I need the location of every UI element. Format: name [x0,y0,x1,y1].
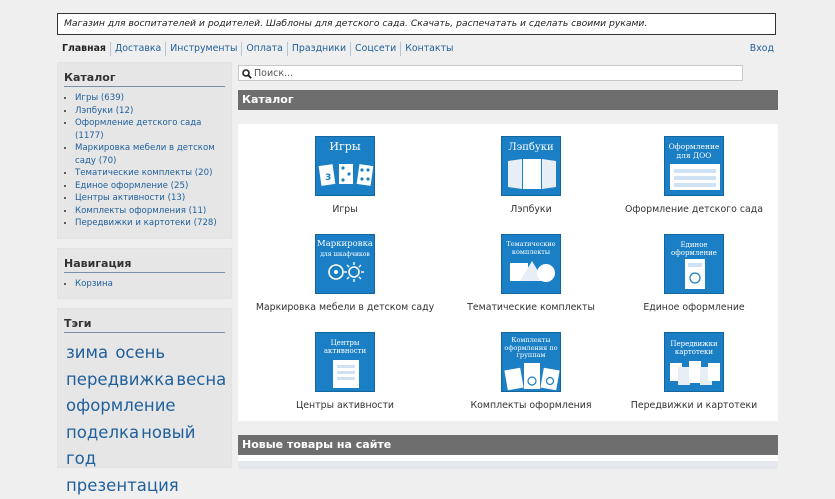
login-link[interactable]: Вход [750,43,774,54]
navigation-block-title: Навигация [64,257,225,273]
catalog-item: Центры активности (13) [75,192,225,205]
cards-icon[interactable]: Передвижки картотеки [664,332,724,392]
catalog-heading-bar: Каталог [238,90,778,110]
tile-label-decor[interactable]: Оформление детского сада [604,204,784,215]
catalog-tile-games[interactable]: Игры 3 Игры [255,136,435,215]
catalog-item: Маркировка мебели в детском саду (70) [75,142,225,167]
sets-icon[interactable]: Комплекты оформления по группам [501,332,561,392]
catalog-link-thematic[interactable]: Тематические комплекты (20) [75,168,212,178]
nav-link-tools[interactable]: Инструменты [170,43,237,54]
top-navigation: Главная Доставка Инструменты Оплата Праздник… [62,42,774,56]
catalog-link-lapbooks[interactable]: Лэпбуки (12) [75,106,133,116]
catalog-link-games[interactable]: Игры (639) [75,93,124,103]
tile-label-lapbooks[interactable]: Лэпбуки [441,204,621,215]
catalog-link-centers[interactable]: Центры активности (13) [75,193,185,203]
new-products-stripe [238,461,778,469]
decor-icon[interactable]: Оформление для ДОО [664,136,724,196]
tile-label-marking[interactable]: Маркировка мебели в детском саду [255,302,435,313]
nav-item-delivery[interactable]: Доставка [109,42,165,56]
nav-item-social[interactable]: Соцсети [350,42,400,56]
nav-link-payment[interactable]: Оплата [246,43,282,54]
catalog-item: Игры (639) [75,92,225,105]
catalog-tile-sets[interactable]: Комплекты оформления по группам Комплект… [441,332,621,411]
tag-link[interactable]: оформление [66,396,176,415]
tag-link[interactable]: передвижка [66,370,174,389]
svg-text:3: 3 [325,173,331,183]
search-icon[interactable] [242,64,252,83]
tile-label-thematic[interactable]: Тематические комплекты [441,302,621,313]
centers-icon[interactable]: Центры активности [315,332,375,392]
catalog-tile-thematic[interactable]: Тематические комплекты Тематические комп… [441,234,621,313]
cart-link[interactable]: Корзина [75,279,113,289]
tile-label-centers[interactable]: Центры активности [255,400,435,411]
catalog-list: Игры (639) Лэпбуки (12) Оформление детск… [64,92,225,230]
catalog-tile-centers[interactable]: Центры активности Центры активности [255,332,435,411]
tile-label-cards[interactable]: Передвижки и картотеки [604,400,784,411]
nav-link-delivery[interactable]: Доставка [115,43,161,54]
tile-label-sets[interactable]: Комплекты оформления [441,400,621,411]
catalog-link-marking[interactable]: Маркировка мебели в детском саду (70) [75,143,215,166]
search-box [238,65,743,81]
tag-link[interactable]: осень [115,343,165,362]
tag-cloud: зима осень передвижка весна оформление по… [64,338,226,499]
tags-block-title: Тэги [64,317,225,333]
tag-link[interactable]: презентация [66,476,179,495]
catalog-link-decor[interactable]: Оформление детского сада (1177) [75,118,201,141]
unified-icon[interactable]: Единое оформление [664,234,724,294]
navigation-block: Навигация Корзина [57,247,232,299]
search-input[interactable] [252,66,742,80]
nav-link-social[interactable]: Соцсети [355,43,396,54]
nav-link-holidays[interactable]: Праздники [292,43,346,54]
nav-link-home[interactable]: Главная [62,43,106,54]
catalog-block: Каталог Игры (639) Лэпбуки (12) Оформлен… [57,62,232,239]
new-products-heading: Новые товары на сайте [242,438,392,451]
catalog-block-title: Каталог [64,71,225,87]
catalog-item: Комплекты оформления (11) [75,205,225,218]
catalog-tile-lapbooks[interactable]: Лэпбуки Лэпбуки [441,136,621,215]
navigation-list: Корзина [64,278,225,291]
tile-label-games[interactable]: Игры [255,204,435,215]
catalog-heading: Каталог [242,93,294,106]
lapbook-icon[interactable]: Лэпбуки [501,136,561,196]
catalog-link-sets[interactable]: Комплекты оформления (11) [75,206,206,216]
catalog-link-cards[interactable]: Передвижки и картотеки (728) [75,218,217,228]
catalog-tile-decor[interactable]: Оформление для ДОО Оформление детского с… [604,136,784,215]
nav-item-tools[interactable]: Инструменты [165,42,241,56]
new-products-panel [238,455,778,469]
tile-label-unified[interactable]: Единое оформление [604,302,784,313]
banner-text: Магазин для воспитателей и родителей. Ша… [64,18,648,29]
catalog-grid: Игры 3 Игры Лэпбуки Лэпбуки Оформление д… [238,124,778,421]
nav-item-holidays[interactable]: Праздники [286,42,350,56]
catalog-tile-cards[interactable]: Передвижки картотеки Передвижки и картот… [604,332,784,411]
tag-link[interactable]: весна [176,370,226,389]
nav-item-contacts[interactable]: Контакты [400,42,457,56]
sidebar: Каталог Игры (639) Лэпбуки (12) Оформлен… [57,62,232,495]
nav-link-contacts[interactable]: Контакты [405,43,453,54]
navigation-item: Корзина [75,278,225,291]
catalog-item: Единое оформление (25) [75,180,225,193]
login-item[interactable]: Вход [750,42,774,56]
catalog-link-unified[interactable]: Единое оформление (25) [75,181,188,191]
marking-icon[interactable]: Маркировка для шкафчиков [315,234,375,294]
catalog-item: Тематические комплекты (20) [75,167,225,180]
catalog-item: Лэпбуки (12) [75,105,225,118]
games-icon[interactable]: Игры 3 [315,136,375,196]
tag-link[interactable]: поделка [66,423,139,442]
catalog-tile-marking[interactable]: Маркировка для шкафчиков Маркировка мебе… [255,234,435,313]
catalog-item: Передвижки и картотеки (728) [75,217,225,230]
tags-block: Тэги зима осень передвижка весна оформлен… [57,308,232,495]
new-products-heading-bar: Новые товары на сайте [238,435,778,455]
catalog-item: Оформление детского сада (1177) [75,117,225,142]
site-banner: Магазин для воспитателей и родителей. Ша… [57,13,776,35]
nav-item-payment[interactable]: Оплата [241,42,286,56]
nav-item-home[interactable]: Главная [62,42,110,56]
thematic-icon[interactable]: Тематические комплекты [501,234,561,294]
catalog-tile-unified[interactable]: Единое оформление Единое оформление [604,234,784,313]
tag-link[interactable]: зима [66,343,108,362]
